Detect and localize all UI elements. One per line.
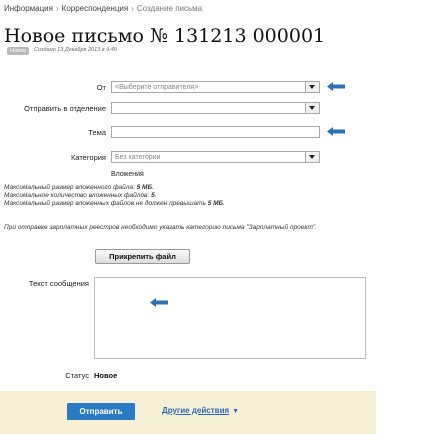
breadcrumb-separator: › xyxy=(55,4,59,13)
chevron-down-icon[interactable] xyxy=(305,82,319,92)
attachments-title: Вложения xyxy=(111,171,144,178)
subject-label: Тема xyxy=(88,128,106,137)
chevron-down-icon[interactable] xyxy=(305,103,319,113)
arrow-left-icon xyxy=(327,82,345,91)
status-value: Новое xyxy=(94,371,118,380)
chevron-down-icon[interactable] xyxy=(305,152,319,162)
attachment-note: Максимальное количество вложенных файлов… xyxy=(4,192,157,199)
other-actions-label: Другие действия xyxy=(162,406,230,415)
other-actions-link[interactable]: Другие действия ▼ xyxy=(162,406,239,415)
status-label: Статус xyxy=(65,371,89,380)
message-label: Текст сообщения xyxy=(28,279,89,288)
category-select-value: Без категории xyxy=(115,154,161,161)
from-select-value: <Выберите отправителя> xyxy=(115,84,199,91)
arrow-left-icon xyxy=(150,298,168,307)
breadcrumb: Информация › Корреспонденция › Создание пись… xyxy=(4,4,202,13)
page-title: Новое письмо № 131213 000001 xyxy=(4,25,326,47)
attachment-note: Максимальный размер вложенного файла: 5 … xyxy=(4,184,154,191)
status-badge: Новое xyxy=(7,47,30,55)
created-date: Создано 13 Декабря 2013 в 9:49 xyxy=(34,47,117,53)
send-button[interactable]: Отправить xyxy=(67,403,135,420)
category-label: Категория xyxy=(70,153,106,162)
attachment-note: Максимальный размер вложенных файлов не … xyxy=(4,200,225,207)
payroll-note: При отправке зарплатных реестров необход… xyxy=(4,224,318,231)
subject-input[interactable] xyxy=(111,126,320,138)
breadcrumb-item-info[interactable]: Информация xyxy=(4,4,53,13)
breadcrumb-separator: › xyxy=(131,4,134,13)
message-textarea[interactable] xyxy=(94,277,366,359)
category-select[interactable]: Без категории xyxy=(111,151,320,163)
triangle-down-icon: ▼ xyxy=(232,408,240,415)
from-select[interactable]: <Выберите отправителя> xyxy=(111,81,320,93)
breadcrumb-item-correspondence[interactable]: Корреспонденция xyxy=(62,4,129,13)
department-select[interactable] xyxy=(111,102,320,114)
department-label: Отправить в отделение xyxy=(24,104,106,113)
attach-file-button[interactable]: Прикрепить файл xyxy=(95,249,190,264)
arrow-left-icon xyxy=(327,127,345,136)
breadcrumb-item-current: Создание письма xyxy=(136,4,203,13)
from-label: От xyxy=(96,83,106,92)
